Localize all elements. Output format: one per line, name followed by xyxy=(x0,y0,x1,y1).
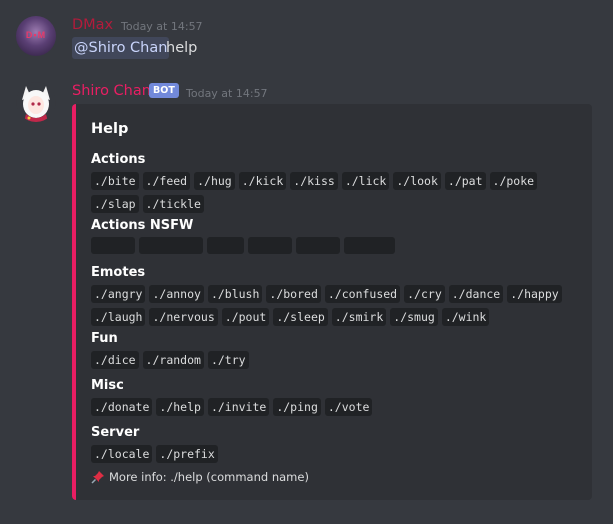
command-code: ./lick xyxy=(341,172,390,190)
command-code: ./dice xyxy=(91,351,139,369)
embed-footer: More info: ./help (command name) xyxy=(91,470,309,484)
command-code: ./pat xyxy=(444,172,486,190)
command-code: ./happy xyxy=(507,285,562,303)
command-code: ./cry xyxy=(404,285,445,303)
command-code: ./dance xyxy=(448,285,504,303)
command-code: ./kiss xyxy=(290,172,338,190)
command-code: ./tickle xyxy=(142,195,204,213)
help-embed: Help Actions ./bite ./feed ./hug ./kick ./ki… xyxy=(72,104,592,500)
spoiler-block[interactable] xyxy=(248,237,292,254)
field-values-actions: ./bite ./feed ./hug ./kick ./kiss ./lick ./loo… xyxy=(91,172,587,213)
avatar-dmax-logo: D▪M xyxy=(25,30,47,40)
command-code: ./slap xyxy=(91,195,139,213)
command-code: ./bite xyxy=(91,172,139,190)
command-code: ./help xyxy=(156,398,204,416)
spoiler-block[interactable] xyxy=(91,237,135,254)
command-code: ./smirk xyxy=(331,308,387,326)
field-values-actions-nsfw xyxy=(91,237,587,254)
spoiler-block[interactable] xyxy=(296,237,340,254)
timestamp: Today at 14:57 xyxy=(186,87,268,100)
command-code: ./poke xyxy=(489,172,538,190)
command-code: ./feed xyxy=(142,172,191,190)
user-mention[interactable]: @Shiro Chan xyxy=(72,37,170,59)
pushpin-icon xyxy=(91,471,104,484)
command-code: ./bored xyxy=(266,285,321,303)
command-code: ./donate xyxy=(91,398,153,416)
command-code: ./annoy xyxy=(149,285,204,303)
footer-text: More info: ./help (command name) xyxy=(109,470,309,484)
command-code: ./prefix xyxy=(156,445,218,463)
command-code: ./kick xyxy=(238,172,287,190)
command-code: ./confused xyxy=(324,285,401,303)
avatar[interactable]: D▪M xyxy=(16,16,56,56)
field-name-server: Server xyxy=(91,425,140,440)
command-code: ./nervous xyxy=(149,308,218,326)
command-code: ./ping xyxy=(273,398,321,416)
command-code: ./locale xyxy=(91,445,153,463)
command-code: ./vote xyxy=(324,398,373,416)
field-name-emotes: Emotes xyxy=(91,265,146,280)
command-code: ./invite xyxy=(207,398,270,416)
timestamp: Today at 14:57 xyxy=(121,20,203,33)
command-code: ./wink xyxy=(441,308,490,326)
spoiler-block[interactable] xyxy=(344,237,395,254)
command-code: ./sleep xyxy=(273,308,328,326)
message-text: help xyxy=(166,40,198,56)
spoiler-block[interactable] xyxy=(207,237,244,254)
field-name-fun: Fun xyxy=(91,331,118,346)
command-code: ./pout xyxy=(221,308,270,326)
field-name-actions: Actions xyxy=(91,152,146,167)
embed-title: Help xyxy=(91,121,129,137)
command-code: ./look xyxy=(393,172,441,190)
command-code: ./laugh xyxy=(91,308,146,326)
field-name-actions-nsfw: Actions NSFW xyxy=(91,218,194,233)
spoiler-block[interactable] xyxy=(139,237,203,254)
command-code: ./angry xyxy=(91,285,146,303)
bot-tag: BOT xyxy=(149,83,179,98)
username[interactable]: DMax xyxy=(72,17,113,33)
anime-girl-avatar-icon xyxy=(22,86,50,122)
command-code: ./hug xyxy=(194,172,235,190)
field-values-server: ./locale ./prefix xyxy=(91,445,587,463)
command-code: ./blush xyxy=(207,285,263,303)
avatar[interactable] xyxy=(16,82,56,122)
username[interactable]: Shiro Chan xyxy=(72,83,151,99)
field-values-misc: ./donate ./help ./invite ./ping ./vote xyxy=(91,398,587,416)
field-values-emotes: ./angry ./annoy ./blush ./bored ./confused ./… xyxy=(91,285,587,326)
field-name-misc: Misc xyxy=(91,378,124,393)
field-values-fun: ./dice ./random ./try xyxy=(91,351,587,369)
command-code: ./random xyxy=(142,351,204,369)
command-code: ./smug xyxy=(390,308,438,326)
command-code: ./try xyxy=(207,351,249,369)
